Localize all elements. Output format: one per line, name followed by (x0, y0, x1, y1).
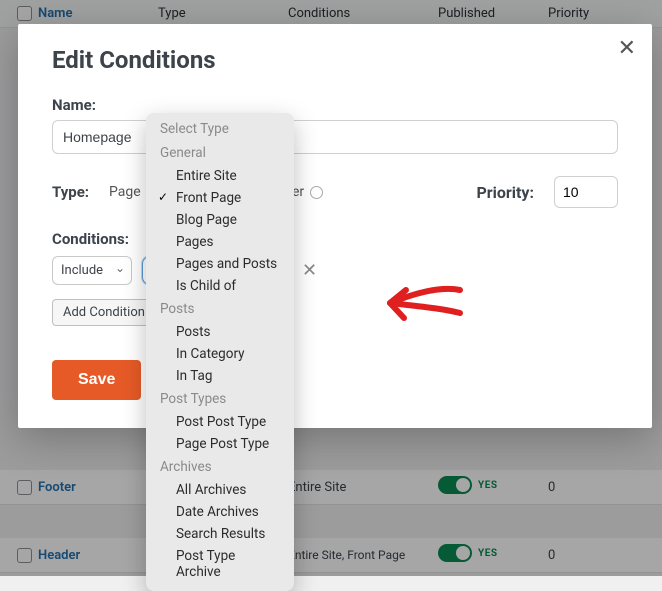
edit-conditions-modal: ✕ Edit Conditions Name: Type: Page Heade… (18, 24, 652, 428)
dd-group: Posts (146, 297, 294, 321)
conditions-label: Conditions: (52, 230, 618, 248)
dd-item[interactable]: Post Type Archive (146, 545, 294, 583)
dd-item[interactable]: In Category (146, 343, 294, 365)
name-label: Name: (52, 96, 618, 114)
dd-group: Post Types (146, 387, 294, 411)
dd-group: Archives (146, 455, 294, 479)
dd-item[interactable]: Post Post Type (146, 411, 294, 433)
type-dropdown: Select Type General Entire Site Front Pa… (146, 113, 294, 591)
dd-item[interactable]: Date Archives (146, 501, 294, 523)
priority-label: Priority: (476, 183, 534, 202)
dd-item[interactable]: Front Page (146, 187, 294, 209)
include-exclude-select[interactable]: Include (52, 256, 132, 285)
add-condition-button[interactable]: Add Condition (52, 299, 156, 326)
dd-item[interactable]: Pages (146, 231, 294, 253)
dd-item[interactable]: Blog Page (146, 209, 294, 231)
dd-item[interactable]: Page Post Type (146, 433, 294, 455)
save-button[interactable]: Save (52, 360, 141, 400)
dd-item[interactable]: All Archives (146, 479, 294, 501)
dd-item[interactable]: Search Results (146, 523, 294, 545)
name-input[interactable] (52, 120, 618, 154)
dd-item[interactable]: In Tag (146, 365, 294, 387)
modal-title: Edit Conditions (52, 46, 618, 74)
type-label: Type: (52, 183, 89, 201)
close-icon[interactable]: ✕ (618, 36, 636, 61)
dd-item[interactable]: Posts (146, 321, 294, 343)
dd-group: General (146, 141, 294, 165)
dd-placeholder: Select Type (146, 117, 294, 141)
dd-item[interactable]: Is Child of (146, 275, 294, 297)
remove-condition-icon[interactable]: ✕ (302, 260, 317, 281)
priority-input[interactable] (554, 176, 618, 208)
annotation-arrow-icon (380, 278, 470, 328)
dd-item[interactable]: Pages and Posts (146, 253, 294, 275)
dd-item[interactable]: Entire Site (146, 165, 294, 187)
